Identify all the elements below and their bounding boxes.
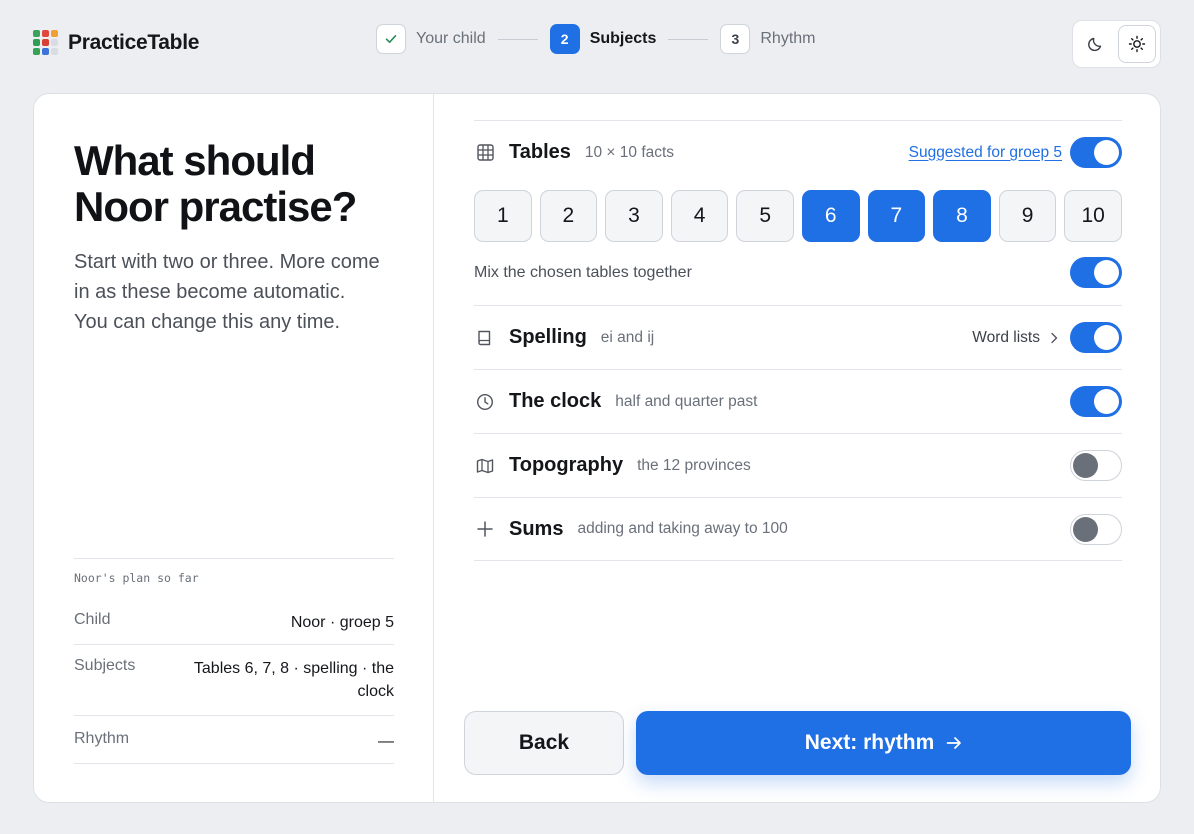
subject-title: Tables	[509, 141, 571, 163]
subject-title: Topography	[509, 454, 624, 476]
tables-toggle[interactable]	[1070, 137, 1122, 168]
plan-key: Rhythm	[74, 730, 130, 747]
subject-subtitle: half and quarter past	[615, 392, 758, 410]
mix-tables-toggle[interactable]	[1070, 257, 1122, 288]
step-subjects[interactable]: 2 Subjects	[549, 24, 657, 54]
grid-icon	[474, 142, 496, 164]
table-chip[interactable]: 7	[867, 190, 926, 242]
sun-icon	[1129, 35, 1146, 53]
subject-title: The clock	[509, 390, 602, 412]
page-description: Start with two or three. More come in as…	[74, 251, 380, 333]
step-number: 3	[720, 24, 751, 54]
step-label: Rhythm	[760, 30, 816, 47]
mix-label: Mix the chosen tables together	[474, 263, 692, 281]
subject-title: Spelling	[509, 326, 587, 348]
subject-row-spelling: Spelling ei and ij Word lists	[474, 305, 1122, 369]
next-button[interactable]: Next: rhythm	[636, 711, 1131, 775]
plus-icon	[474, 518, 496, 540]
plan-key: Child	[74, 611, 111, 628]
plan-row-child: Child Noor · groep 5	[74, 597, 394, 645]
plan-key: Subjects	[74, 657, 136, 674]
app-logo: PracticeTable	[33, 30, 199, 55]
plan-summary: Noor's plan so far Child Noor · groep 5 …	[74, 558, 394, 764]
plan-row-subjects: Subjects Tables 6, 7, 8 · spelling · the…	[74, 645, 394, 716]
clock-icon	[474, 391, 496, 413]
sums-toggle[interactable]	[1070, 513, 1122, 545]
wizard-stepper: Your child 2 Subjects 3 Rhythm	[376, 24, 816, 54]
table-chip[interactable]: 2	[539, 190, 598, 242]
step-label: Subjects	[589, 30, 657, 47]
step-your-child[interactable]: Your child	[376, 24, 486, 54]
spelling-toggle[interactable]	[1070, 322, 1122, 353]
plan-row-rhythm: Rhythm —	[74, 716, 394, 764]
subject-subtitle: the 12 provinces	[637, 456, 751, 474]
subject-row-sums: Sums adding and taking away to 100	[474, 497, 1122, 561]
chevron-right-icon	[1051, 332, 1058, 343]
subjects-card: What should Noor practise? Start with tw…	[33, 93, 1161, 803]
topography-toggle[interactable]	[1070, 450, 1122, 481]
table-chip[interactable]: 9	[998, 190, 1057, 242]
subject-row-clock: The clock half and quarter past	[474, 369, 1122, 433]
book-icon	[474, 327, 496, 349]
plan-value: Noor · groep 5	[290, 614, 394, 631]
light-mode-button[interactable]	[1118, 25, 1156, 63]
table-chip[interactable]: 3	[605, 190, 663, 242]
plan-heading: Noor's plan so far	[74, 571, 199, 585]
app-name: PracticeTable	[68, 30, 200, 54]
table-chip[interactable]: 1	[474, 190, 532, 242]
subject-title: Sums	[509, 517, 564, 540]
table-chip[interactable]: 6	[801, 190, 860, 242]
word-lists-link[interactable]: Word lists	[972, 329, 1058, 347]
page-title: What should Noor practise?	[74, 137, 357, 230]
subject-row-tables: Tables 10 × 10 facts Suggested for groep…	[474, 120, 1122, 184]
step-rhythm[interactable]: 3 Rhythm	[720, 24, 816, 54]
word-lists-label: Word lists	[972, 328, 1040, 346]
suggested-link[interactable]: Suggested for groep 5	[909, 144, 1062, 162]
table-chip[interactable]: 10	[1064, 190, 1122, 242]
step-divider	[497, 38, 538, 40]
map-icon	[474, 455, 496, 477]
step-label: Your child	[416, 30, 486, 47]
intro-pane: What should Noor practise? Start with tw…	[34, 94, 434, 802]
clock-toggle[interactable]	[1070, 386, 1122, 417]
subject-subtitle: 10 × 10 facts	[584, 143, 675, 161]
subject-row-topography: Topography the 12 provinces	[474, 433, 1122, 497]
table-chip[interactable]: 5	[736, 190, 794, 242]
logo-grid-icon	[33, 30, 58, 55]
check-icon	[376, 24, 406, 54]
mix-tables-row: Mix the chosen tables together	[474, 257, 1122, 288]
back-button[interactable]: Back	[464, 711, 624, 775]
subjects-pane: Tables 10 × 10 facts Suggested for groep…	[474, 94, 1122, 802]
dark-mode-button[interactable]	[1077, 25, 1114, 63]
theme-switcher	[1072, 20, 1161, 68]
plan-value: Tables 6, 7, 8 · spelling · the clock	[193, 660, 394, 700]
plan-value: —	[378, 733, 394, 750]
table-chips: 1 2 3 4 5 6 7 8 9 10	[474, 190, 1122, 242]
arrow-right-icon	[946, 737, 962, 749]
next-button-label: Next: rhythm	[804, 731, 935, 754]
table-chip[interactable]: 8	[933, 190, 991, 242]
step-divider	[668, 38, 709, 40]
subject-subtitle: adding and taking away to 100	[577, 520, 788, 537]
step-number: 2	[549, 24, 580, 54]
subject-subtitle: ei and ij	[600, 328, 655, 346]
moon-icon	[1087, 37, 1101, 52]
table-chip[interactable]: 4	[670, 190, 729, 242]
